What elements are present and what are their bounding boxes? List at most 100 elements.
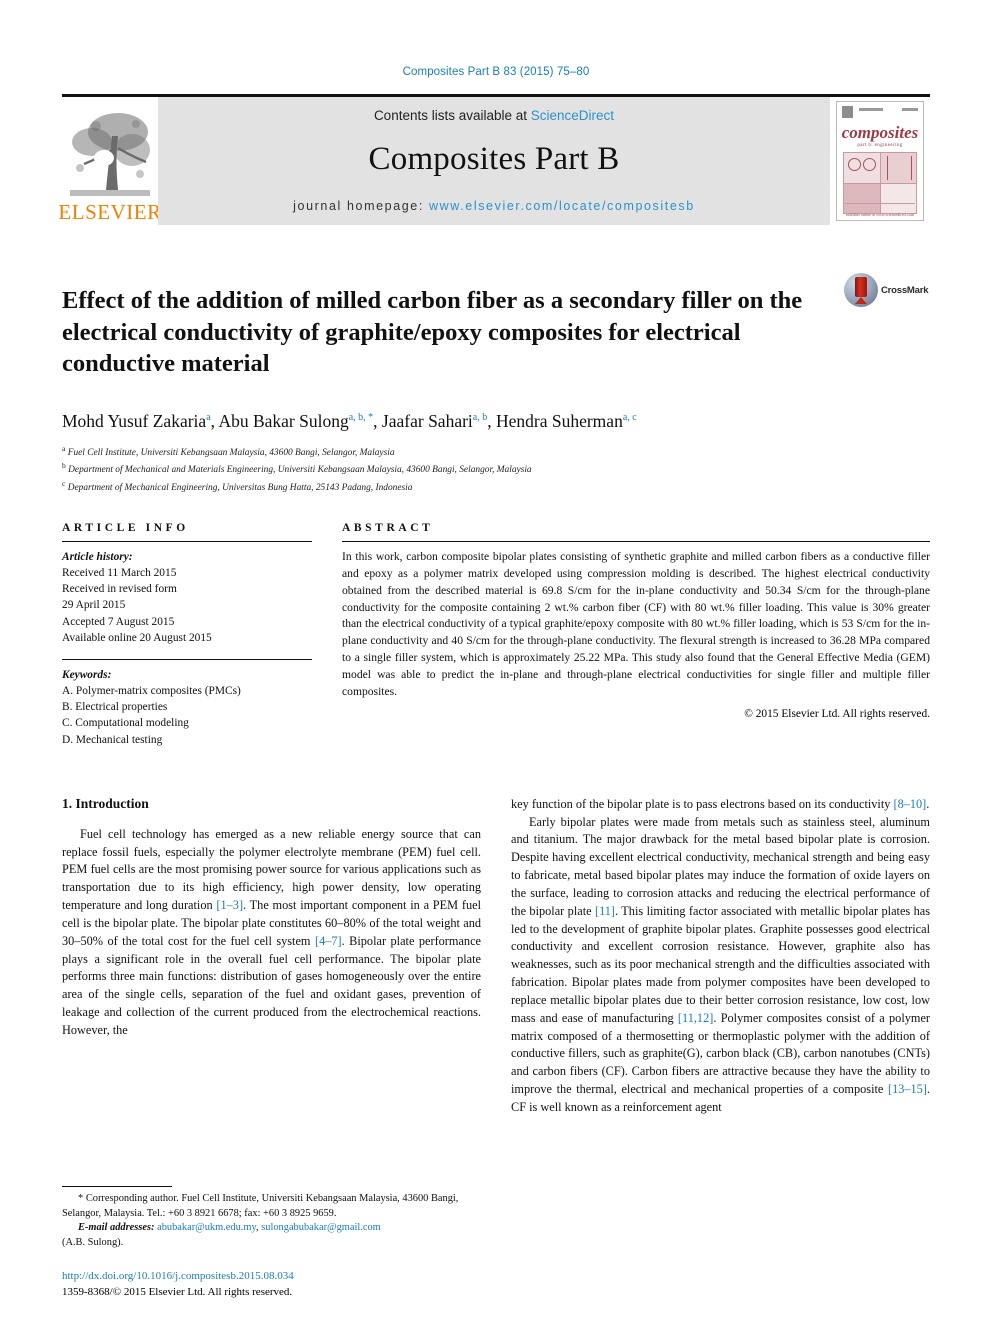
paragraph: key function of the bipolar plate is to … — [511, 796, 930, 811]
keywords-label: Keywords: — [62, 668, 112, 681]
info-abstract-block: ARTICLE INFO Article history: Received 1… — [62, 522, 930, 748]
cover-elsevier-mark-icon — [842, 106, 853, 118]
author-list: Mohd Yusuf Zakariaa, Abu Bakar Sulonga, … — [62, 410, 930, 434]
abstract-copyright: © 2015 Elsevier Ltd. All rights reserved… — [744, 708, 930, 721]
elsevier-wordmark: ELSEVIER — [58, 200, 162, 224]
keyword-item: A. Polymer-matrix composites (PMCs) — [62, 685, 241, 698]
contents-available-line: Contents lists available at ScienceDirec… — [374, 108, 614, 123]
article-info-heading: ARTICLE INFO — [62, 521, 189, 534]
author-separator: , — [487, 410, 496, 431]
paragraph: Early bipolar plates were made from meta… — [511, 814, 930, 1114]
author-name: Abu Bakar Sulong — [218, 410, 349, 431]
paragraph: Fuel cell technology has emerged as a ne… — [62, 826, 481, 1037]
running-head: Composites Part B 83 (2015) 75–80 — [402, 66, 590, 78]
keyword-item: C. Computational modeling — [62, 717, 189, 730]
corresponding-author-note: * Corresponding author. Fuel Cell Instit… — [62, 1192, 498, 1222]
crossmark-label: CrossMark — [881, 284, 929, 296]
article-history-item: Available online 20 August 2015 — [62, 631, 212, 644]
citation-reference[interactable]: [8–10] — [893, 797, 926, 811]
cover-header-strip — [837, 102, 923, 122]
abstract-rule — [342, 540, 930, 542]
abstract-column: ABSTRACT In this work, carbon composite … — [342, 522, 930, 748]
author-separator: , — [373, 410, 382, 431]
article-info-column: ARTICLE INFO Article history: Received 1… — [62, 522, 312, 748]
body-column-left: 1. Introduction Fuel cell technology has… — [62, 796, 481, 1117]
article-info-rule-top — [62, 540, 312, 542]
section-number: 1. — [62, 795, 73, 811]
affiliation-text: Fuel Cell Institute, Universiti Kebangsa… — [67, 447, 395, 458]
author-name: Mohd Yusuf Zakaria — [62, 410, 207, 431]
keywords-block: Keywords: A. Polymer-matrix composites (… — [62, 667, 312, 748]
elsevier-tree-icon — [66, 106, 154, 202]
citation-reference[interactable]: [11,12] — [678, 1011, 713, 1025]
cover-volume-bar — [902, 108, 918, 111]
affiliation-mark: a — [62, 443, 66, 453]
keyword-item: B. Electrical properties — [62, 701, 168, 714]
doi-block: http://dx.doi.org/10.1016/j.compositesb.… — [62, 1269, 498, 1301]
title-block: Effect of the addition of milled carbon … — [62, 269, 930, 396]
email-owner: (A.B. Sulong). — [62, 1237, 124, 1249]
cover-art-cell — [844, 153, 880, 183]
issn-copyright-line: 1359-8368/© 2015 Elsevier Ltd. All right… — [62, 1286, 293, 1299]
email-label: E-mail addresses: — [78, 1222, 155, 1234]
author-affiliation-mark: a, b, * — [348, 412, 374, 424]
footnote-divider — [62, 1185, 172, 1187]
author-name: Hendra Suherman — [495, 410, 623, 431]
abstract-text: In this work, carbon composite bipolar p… — [342, 549, 930, 699]
article-history-item: Received 11 March 2015 — [62, 566, 177, 579]
citation-reference[interactable]: [1–3] — [216, 898, 243, 912]
crossmark-icon — [844, 273, 878, 307]
citation-reference[interactable]: [13–15] — [888, 1082, 927, 1096]
cover-title: composites — [841, 123, 919, 142]
cover-art-cell — [844, 183, 880, 213]
affiliation-item: c Department of Mechanical Engineering, … — [62, 478, 930, 496]
keyword-item: D. Mechanical testing — [62, 733, 163, 746]
journal-cover-thumbnail: composites part b: engineering available… — [836, 101, 924, 221]
journal-homepage-line: journal homepage: www.elsevier.com/locat… — [293, 199, 695, 213]
author-affiliation-mark: a, b — [472, 412, 488, 424]
cover-divider — [845, 203, 915, 204]
article-history-label: Article history: — [62, 550, 133, 563]
footnote-star: * — [78, 1192, 84, 1204]
citation-reference[interactable]: [11] — [595, 904, 615, 918]
affiliation-text: Department of Mechanical Engineering, Un… — [67, 483, 413, 494]
cover-issn-bar — [859, 108, 883, 111]
doi-link[interactable]: http://dx.doi.org/10.1016/j.compositesb.… — [62, 1269, 498, 1285]
email-separator: , — [256, 1222, 259, 1234]
email-link-primary[interactable]: abubakar@ukm.edu.my — [157, 1222, 256, 1233]
cover-footer-text: available online at www.sciencedirect.co… — [845, 212, 915, 217]
homepage-prefix: journal homepage: — [293, 199, 429, 213]
article-history-item: 29 April 2015 — [62, 599, 126, 612]
body-column-right: key function of the bipolar plate is to … — [511, 796, 930, 1117]
body-columns: 1. Introduction Fuel cell technology has… — [62, 796, 930, 1117]
journal-homepage-link[interactable]: www.elsevier.com/locate/compositesb — [429, 199, 695, 213]
cover-art-cell — [880, 183, 916, 213]
author-name: Jaafar Sahari — [381, 410, 473, 431]
abstract-heading: ABSTRACT — [342, 521, 434, 534]
page-title: Effect of the addition of milled carbon … — [62, 287, 803, 378]
email-note: E-mail addresses: abubakar@ukm.edu.my, s… — [62, 1221, 498, 1236]
article-history-item: Received in revised form — [62, 583, 177, 596]
citation-reference[interactable]: [4–7] — [315, 934, 342, 948]
journal-masthead: ELSEVIER Contents lists available at Sci… — [58, 94, 930, 225]
email-link-secondary[interactable]: sulongabubakar@gmail.com — [261, 1222, 381, 1233]
article-history-item: Accepted 7 August 2015 — [62, 615, 175, 628]
paper-page: Composites Part B 83 (2015) 75–80 ELSEVI… — [0, 0, 992, 1323]
affiliation-list: a Fuel Cell Institute, Universiti Kebang… — [62, 443, 930, 496]
contents-prefix: Contents lists available at — [373, 108, 531, 123]
crossmark-badge[interactable]: CrossMark — [844, 269, 930, 307]
corresponding-author-text: Corresponding author. Fuel Cell Institut… — [62, 1192, 459, 1219]
cover-artwork — [843, 152, 917, 214]
sciencedirect-link[interactable]: ScienceDirect — [531, 108, 614, 123]
affiliation-item: b Department of Mechanical and Materials… — [62, 460, 930, 478]
article-info-rule-mid — [62, 658, 312, 660]
elsevier-logo: ELSEVIER — [58, 97, 161, 225]
affiliation-item: a Fuel Cell Institute, Universiti Kebang… — [62, 443, 930, 461]
journal-cover-container: composites part b: engineering available… — [830, 97, 930, 225]
article-history: Article history: Received 11 March 2015 … — [62, 549, 312, 646]
footnote-block: * Corresponding author. Fuel Cell Instit… — [62, 1185, 498, 1251]
section-label: Introduction — [75, 795, 149, 811]
masthead-center: Contents lists available at ScienceDirec… — [158, 97, 830, 225]
affiliation-mark: c — [62, 479, 66, 489]
author-affiliation-mark: a, c — [622, 412, 637, 424]
